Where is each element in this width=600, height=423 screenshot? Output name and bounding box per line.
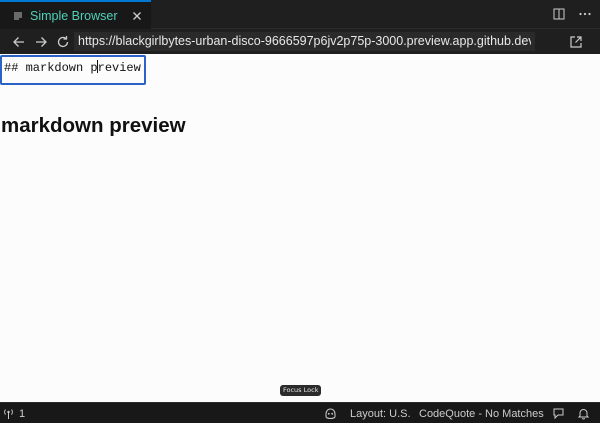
feedback-icon bbox=[552, 407, 565, 420]
notifications-button[interactable] bbox=[577, 403, 590, 423]
split-editor-icon[interactable] bbox=[552, 7, 566, 21]
markdown-preview-heading: markdown preview bbox=[1, 114, 186, 137]
more-actions-icon[interactable] bbox=[578, 7, 592, 21]
markdown-source-text-after: review bbox=[97, 61, 141, 75]
feedback-button[interactable] bbox=[552, 403, 565, 423]
copilot-icon bbox=[324, 407, 337, 420]
browser-nav-bar bbox=[0, 29, 600, 54]
markdown-source-input[interactable]: ## markdown preview bbox=[0, 55, 146, 85]
keyboard-layout-status[interactable]: Layout: U.S. bbox=[350, 403, 411, 423]
open-external-icon[interactable] bbox=[568, 34, 584, 50]
keyboard-layout-label: Layout: U.S. bbox=[350, 407, 411, 420]
tab-actions bbox=[552, 7, 592, 21]
close-icon[interactable] bbox=[130, 9, 144, 23]
browser-viewport: ## markdown preview markdown preview Foc… bbox=[0, 54, 600, 402]
reload-icon[interactable] bbox=[55, 34, 71, 50]
bell-icon bbox=[577, 407, 590, 420]
markdown-source-text-before: ## markdown p bbox=[4, 61, 98, 75]
ports-count: 1 bbox=[19, 407, 26, 420]
broadcast-icon bbox=[2, 407, 15, 420]
url-input[interactable] bbox=[74, 32, 535, 51]
tab-simple-browser[interactable]: Simple Browser bbox=[0, 0, 151, 29]
simple-browser-window: Simple Browser https://blackgirlbytes-ur… bbox=[0, 0, 600, 423]
codequote-status[interactable]: CodeQuote - No Matches bbox=[419, 403, 544, 423]
focus-lock-badge[interactable]: Focus Lock bbox=[280, 385, 322, 396]
tab-bar: Simple Browser bbox=[0, 0, 600, 29]
arrow-left-icon[interactable] bbox=[11, 34, 27, 50]
ports-status[interactable]: 1 bbox=[2, 403, 25, 423]
codequote-label: CodeQuote - No Matches bbox=[419, 407, 544, 420]
status-bar: 1 Layout: U.S. CodeQuote - No Matches bbox=[0, 402, 600, 423]
tab-bar-empty-space bbox=[150, 0, 600, 29]
copilot-status[interactable] bbox=[324, 403, 337, 423]
preview-lines-icon bbox=[12, 10, 24, 22]
arrow-right-icon[interactable] bbox=[33, 34, 49, 50]
tab-title: Simple Browser bbox=[30, 8, 118, 23]
